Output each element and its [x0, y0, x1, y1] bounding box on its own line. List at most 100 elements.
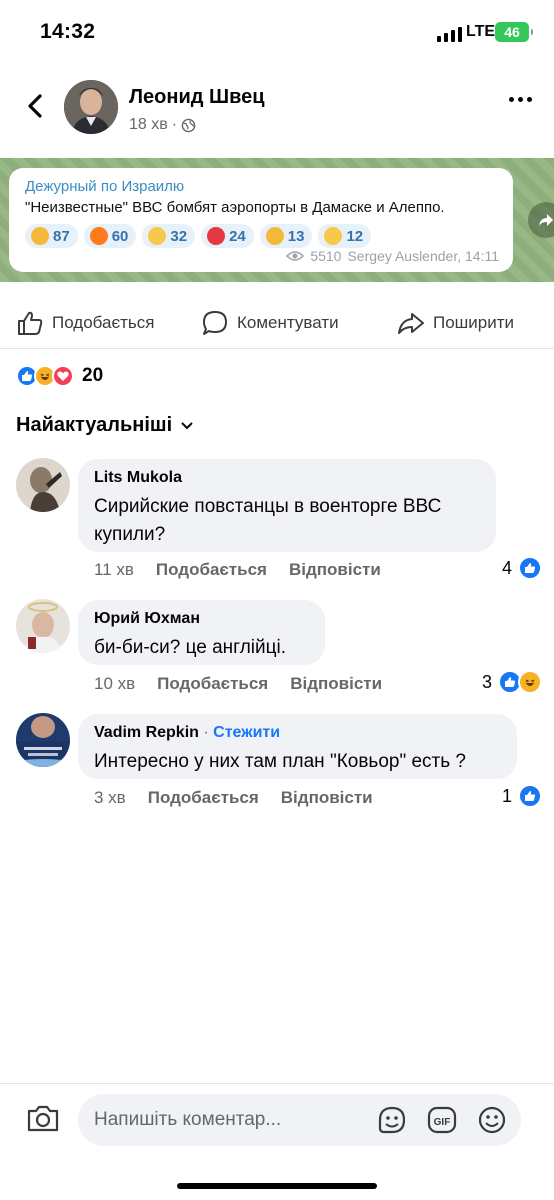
- comment-bubble[interactable]: Vadim Repkin · Стежити Интересно у них т…: [78, 714, 517, 779]
- commenter-avatar[interactable]: [16, 713, 70, 767]
- telegram-views: 5510: [310, 248, 342, 264]
- meta-separator: ·: [171, 116, 178, 133]
- share-icon: [398, 313, 424, 334]
- network-label: LTE: [466, 23, 496, 40]
- camera-icon[interactable]: [26, 1103, 60, 1133]
- commenter-name-row: Vadim Repkin · Стежити: [94, 724, 281, 741]
- post-image[interactable]: Дежурный по Израилю "Неизвестные" ВВС бо…: [0, 158, 554, 282]
- comment-reaction-count: 3: [481, 671, 492, 692]
- comment-like-button[interactable]: Подобається: [156, 560, 267, 580]
- chevron-down-icon: [181, 421, 193, 429]
- comment-label: Коментувати: [237, 313, 339, 332]
- telegram-reaction: 60: [83, 224, 137, 248]
- comment-reactions[interactable]: 4: [501, 556, 542, 580]
- comment-button[interactable]: Коментувати: [201, 309, 339, 337]
- signal-icon: [437, 27, 462, 42]
- telegram-reaction-count: 13: [287, 227, 305, 245]
- comment-text: би-би-си? це англійці.: [94, 637, 286, 658]
- post-actions: Подобається Коментувати Поширити: [0, 299, 554, 349]
- telegram-reaction: 24: [201, 224, 254, 248]
- commenter-avatar[interactable]: [16, 458, 70, 512]
- telegram-signature: Sergey Auslender, 14:11: [347, 248, 499, 264]
- telegram-reaction: 87: [25, 224, 78, 248]
- telegram-reaction-count: 87: [53, 227, 70, 245]
- comment-reply-button[interactable]: Відповісти: [281, 788, 373, 808]
- love-reaction-icon: [52, 365, 74, 387]
- telegram-reaction-count: 24: [229, 227, 246, 245]
- comment-meta: 11 хв Подобається Відповісти: [94, 560, 381, 580]
- eye-icon: [286, 251, 305, 261]
- comment-meta: 3 хв Подобається Відповісти: [94, 788, 373, 808]
- heart-icon: [207, 227, 226, 245]
- grin-icon: [324, 227, 343, 245]
- sort-label: Найактуальніші: [16, 414, 173, 436]
- gif-icon[interactable]: GIF: [426, 1104, 458, 1136]
- more-options-icon[interactable]: [509, 97, 532, 102]
- thumbs-down-icon: [265, 227, 284, 245]
- comment-reply-button[interactable]: Відповісти: [290, 674, 382, 694]
- like-reaction-icon: [518, 784, 542, 808]
- haha-reaction-icon: [518, 670, 542, 694]
- comment-like-button[interactable]: Подобається: [157, 674, 268, 694]
- thumbs-up-icon: [18, 311, 43, 335]
- like-button[interactable]: Подобається: [16, 309, 155, 337]
- back-icon[interactable]: [22, 92, 50, 120]
- comment-reply-button[interactable]: Відповісти: [289, 560, 381, 580]
- reactions-summary[interactable]: 20: [16, 365, 103, 387]
- telegram-reaction: 12: [318, 224, 372, 248]
- post-time: 18 хв: [129, 116, 168, 133]
- home-indicator: [177, 1183, 377, 1189]
- telegram-reaction: 13: [259, 224, 313, 248]
- telegram-reaction-count: 60: [111, 227, 129, 245]
- comment-bubble[interactable]: Юрий Юхман би-би-си? це англійці.: [78, 600, 325, 665]
- commenter-name[interactable]: Юрий Юхман: [94, 610, 309, 628]
- comment-meta: 10 хв Подобається Відповісти: [94, 674, 382, 694]
- comment-time: 3 хв: [94, 788, 126, 807]
- telegram-channel-name: Дежурный по Израилю: [25, 178, 185, 195]
- comment-reactions[interactable]: 3: [481, 670, 542, 694]
- like-reaction-icon: [518, 556, 542, 580]
- post-meta: 18 хв ·: [129, 116, 196, 134]
- globe-icon: [181, 118, 196, 132]
- author-name[interactable]: Леонид Швец: [129, 86, 265, 109]
- status-bar: 14:32 LTE 46: [0, 0, 554, 66]
- composer-icons: GIF: [376, 1104, 508, 1136]
- comment-text: Сирийские повстанцы в военторге ВВС купи…: [94, 496, 442, 545]
- telegram-reaction-count: 32: [170, 227, 188, 245]
- share-label: Поширити: [433, 313, 515, 332]
- telegram-reaction-count: 12: [346, 227, 364, 245]
- reactions-count: 20: [82, 365, 104, 386]
- battery-icon: 46: [495, 22, 533, 42]
- telegram-reactions: 87 60 32 24 13 12: [25, 224, 497, 248]
- commenter-name[interactable]: Lits Mukola: [94, 469, 480, 487]
- comment-bubble[interactable]: Lits Mukola Сирийские повстанцы в военто…: [78, 459, 496, 552]
- telegram-footer: 5510 Sergey Auslender, 14:11: [286, 248, 499, 264]
- share-button[interactable]: Поширити: [397, 309, 514, 337]
- comment-icon: [203, 311, 227, 335]
- sticker-icon[interactable]: [376, 1104, 408, 1136]
- comment-reaction-count: 4: [501, 557, 512, 578]
- comment-time: 10 хв: [94, 674, 136, 693]
- comment-sort-dropdown[interactable]: Найактуальніші: [16, 414, 194, 437]
- status-time: 14:32: [40, 20, 96, 43]
- emoji-icon[interactable]: [476, 1104, 508, 1136]
- comment-like-button[interactable]: Подобається: [148, 788, 259, 808]
- comment-reaction-count: 1: [501, 785, 512, 806]
- commenter-avatar[interactable]: [16, 599, 70, 653]
- commenter-name[interactable]: Vadim Repkin: [94, 724, 199, 741]
- comment-reactions[interactable]: 1: [501, 784, 542, 808]
- comment-time: 11 хв: [94, 560, 134, 579]
- author-avatar[interactable]: [64, 80, 118, 134]
- telegram-reaction: 32: [142, 224, 196, 248]
- comment-text: Интересно у них там план "Ковьор" есть ?: [94, 751, 466, 772]
- fire-icon: [89, 227, 108, 245]
- telegram-message: Дежурный по Израилю "Неизвестные" ВВС бо…: [9, 168, 513, 272]
- thumbs-up-icon: [31, 227, 49, 245]
- telegram-share-icon: [528, 202, 554, 238]
- scream-icon: [148, 227, 167, 245]
- telegram-message-text: "Неизвестные" ВВС бомбят аэропорты в Дам…: [25, 199, 445, 216]
- like-label: Подобається: [52, 313, 155, 332]
- battery-level: 46: [504, 24, 520, 40]
- svg-text:GIF: GIF: [434, 1117, 451, 1128]
- follow-button[interactable]: Стежити: [213, 724, 280, 741]
